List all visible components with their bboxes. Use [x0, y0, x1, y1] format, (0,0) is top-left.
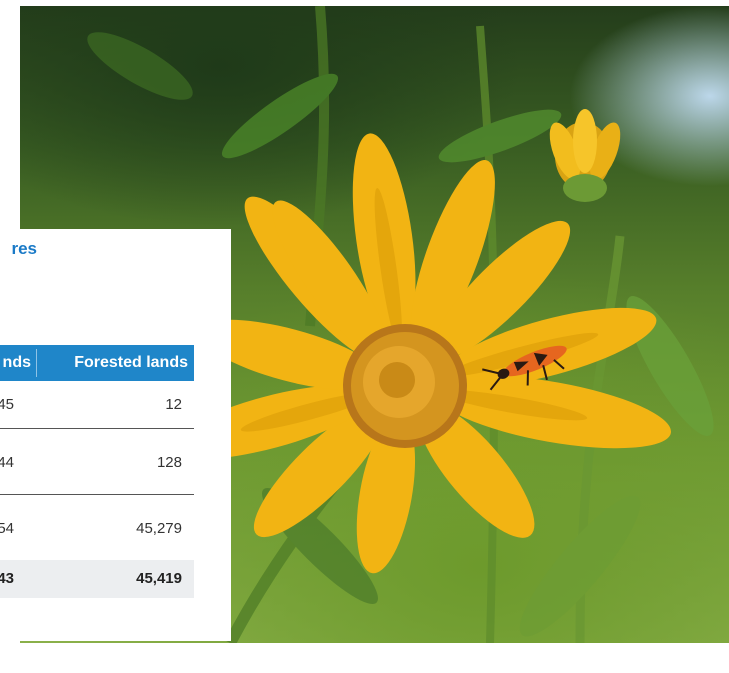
header-col-2: Forested lands — [74, 354, 188, 371]
header-col-1: nds — [2, 354, 31, 371]
bud-flower — [549, 109, 621, 202]
table-title-text: res — [11, 239, 37, 258]
total-cell: 43 — [0, 570, 14, 587]
cell: 128 — [156, 454, 182, 471]
cell: 54 — [0, 520, 14, 537]
table-header: nds Forested lands — [0, 345, 194, 381]
header-divider — [36, 349, 37, 377]
cell: 44 — [0, 454, 14, 471]
row-divider — [0, 494, 194, 495]
table-card: res nds Forested lands 45 12 44 128 54 4… — [0, 229, 231, 641]
cell: 45,279 — [136, 520, 182, 537]
total-cell: 45,419 — [136, 570, 182, 587]
cell: 12 — [165, 396, 182, 413]
cell: 45 — [0, 396, 14, 413]
row-divider — [0, 428, 194, 429]
table-total-row: 43 45,419 — [0, 560, 194, 598]
